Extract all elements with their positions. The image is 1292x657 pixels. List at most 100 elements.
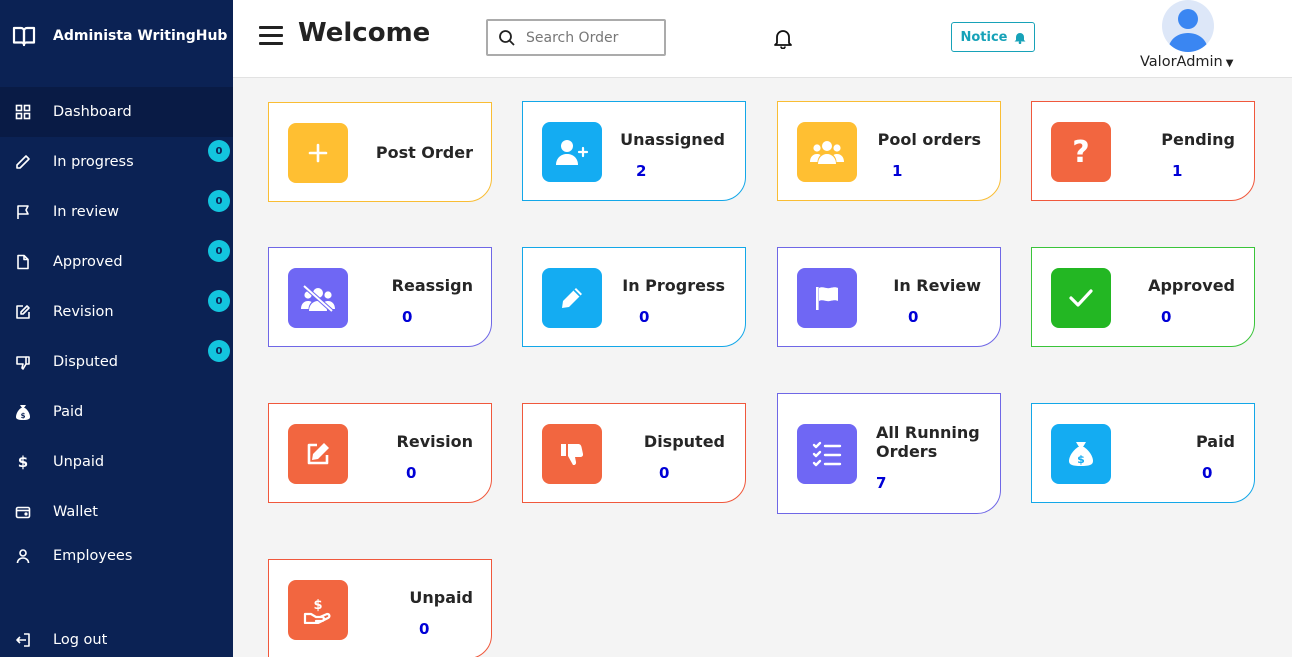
card-pool-orders[interactable]: Pool orders 1 <box>777 101 1001 201</box>
logout-icon <box>14 631 32 649</box>
card-in-review[interactable]: In Review 0 <box>777 247 1001 347</box>
card-count: 0 <box>406 464 417 482</box>
check-icon <box>1051 268 1111 328</box>
card-post-order[interactable]: Post Order <box>268 102 492 202</box>
sidebar-item-in-progress[interactable]: In progress <box>0 137 233 187</box>
sidebar-badge-in-review: 0 <box>208 190 230 212</box>
hand-dollar-icon: $ <box>288 580 348 640</box>
money-bag-icon: $ <box>1051 424 1111 484</box>
card-title: In Review <box>893 276 981 295</box>
card-count: 0 <box>1161 308 1172 326</box>
card-title: Post Order <box>375 143 473 162</box>
card-count: 0 <box>402 308 413 326</box>
menu-toggle-icon[interactable] <box>259 26 283 46</box>
card-unassigned[interactable]: Unassigned 2 <box>522 101 746 201</box>
sidebar-item-dashboard[interactable]: Dashboard <box>0 87 233 137</box>
sidebar-item-label: Approved <box>53 254 123 270</box>
svg-text:$: $ <box>1077 453 1085 466</box>
card-title: Disputed <box>643 432 725 451</box>
dollar-icon: $ <box>17 453 29 471</box>
sidebar-item-approved[interactable]: Approved <box>0 237 233 287</box>
sidebar-item-logout[interactable]: Log out <box>0 615 233 657</box>
avatar[interactable] <box>1162 0 1214 52</box>
card-revision[interactable]: Revision 0 <box>268 403 492 503</box>
sidebar-item-employees[interactable]: Employees <box>0 531 233 581</box>
sidebar-badge-approved: 0 <box>208 240 230 262</box>
card-count: 1 <box>1172 162 1183 180</box>
card-title: All Running Orders <box>876 423 980 461</box>
card-paid[interactable]: $ Paid 0 <box>1031 403 1255 503</box>
sidebar-item-label: In progress <box>53 154 134 170</box>
user-plus-icon <box>542 122 602 182</box>
sidebar-item-in-review[interactable]: In review <box>0 187 233 237</box>
flag-icon <box>797 268 857 328</box>
sidebar-item-label: Paid <box>53 404 84 420</box>
card-reassign[interactable]: Reassign 0 <box>268 247 492 347</box>
sidebar-item-paid[interactable]: $ Paid <box>0 387 233 437</box>
card-unpaid[interactable]: $ Unpaid 0 <box>268 559 492 657</box>
card-count: 0 <box>639 308 650 326</box>
brand-name: Administa WritingHub <box>53 28 228 44</box>
card-disputed[interactable]: Disputed 0 <box>522 403 746 503</box>
sidebar-item-revision[interactable]: Revision <box>0 287 233 337</box>
pencil-icon <box>542 268 602 328</box>
card-count: 7 <box>876 474 887 492</box>
search-box[interactable] <box>486 19 666 56</box>
card-count: 0 <box>908 308 919 326</box>
card-count: 0 <box>1202 464 1213 482</box>
plus-icon <box>288 123 348 183</box>
card-title: Unpaid <box>409 588 473 607</box>
card-count: 0 <box>419 620 430 638</box>
sidebar-item-wallet[interactable]: Wallet <box>0 487 233 537</box>
card-title: Unassigned <box>620 130 725 149</box>
sidebar-item-label: Unpaid <box>53 454 105 470</box>
card-title: In Progress <box>622 276 725 295</box>
card-count: 2 <box>636 162 647 180</box>
bell-icon <box>1014 31 1026 44</box>
top-header: Welcome Notice ValorAdmin▼ <box>233 0 1292 78</box>
flag-icon <box>14 203 32 221</box>
list-check-icon <box>797 424 857 484</box>
pencil-icon <box>14 153 32 171</box>
users-slash-icon <box>288 268 348 328</box>
money-bag-icon: $ <box>14 403 32 421</box>
sidebar-item-unpaid[interactable]: $ Unpaid <box>0 437 233 487</box>
sidebar-item-label: Disputed <box>53 354 118 370</box>
edit-icon <box>288 424 348 484</box>
card-title: Reassign <box>391 276 473 295</box>
svg-text:$: $ <box>21 412 26 420</box>
svg-text:$: $ <box>313 598 322 613</box>
card-count: 1 <box>892 162 903 180</box>
card-in-progress[interactable]: In Progress 0 <box>522 247 746 347</box>
user-name: ValorAdmin <box>1140 54 1223 70</box>
file-icon <box>14 253 32 271</box>
sidebar-item-disputed[interactable]: Disputed <box>0 337 233 387</box>
brand[interactable]: Administa WritingHub <box>0 0 233 72</box>
card-title: Pending <box>1161 130 1235 149</box>
card-approved[interactable]: Approved 0 <box>1031 247 1255 347</box>
sidebar: Administa WritingHub Dashboard In progre… <box>0 0 233 657</box>
card-count: 0 <box>659 464 670 482</box>
users-icon <box>797 122 857 182</box>
page-title: Welcome <box>298 18 431 48</box>
sidebar-item-label: Revision <box>53 304 114 320</box>
sidebar-item-label: In review <box>53 204 120 220</box>
edit-icon <box>14 303 32 321</box>
caret-down-icon: ▼ <box>1225 58 1234 69</box>
card-title: Pool orders <box>877 130 981 149</box>
search-input[interactable] <box>526 29 656 46</box>
user-icon <box>14 547 32 565</box>
sidebar-item-label: Log out <box>53 632 108 648</box>
notification-bell-icon[interactable] <box>772 27 794 50</box>
card-all-running-orders[interactable]: All Running Orders 7 <box>777 393 1001 514</box>
sidebar-badge-in-progress: 0 <box>208 140 230 162</box>
sidebar-badge-disputed: 0 <box>208 340 230 362</box>
sidebar-item-label: Wallet <box>53 504 98 520</box>
card-title: Revision <box>396 432 473 451</box>
book-icon <box>12 24 36 48</box>
card-pending[interactable]: ? Pending 1 <box>1031 101 1255 201</box>
search-icon <box>498 29 516 47</box>
notice-button[interactable]: Notice <box>951 22 1035 52</box>
user-menu[interactable]: ValorAdmin ▼ <box>1140 54 1233 70</box>
notice-label: Notice <box>960 29 1008 45</box>
